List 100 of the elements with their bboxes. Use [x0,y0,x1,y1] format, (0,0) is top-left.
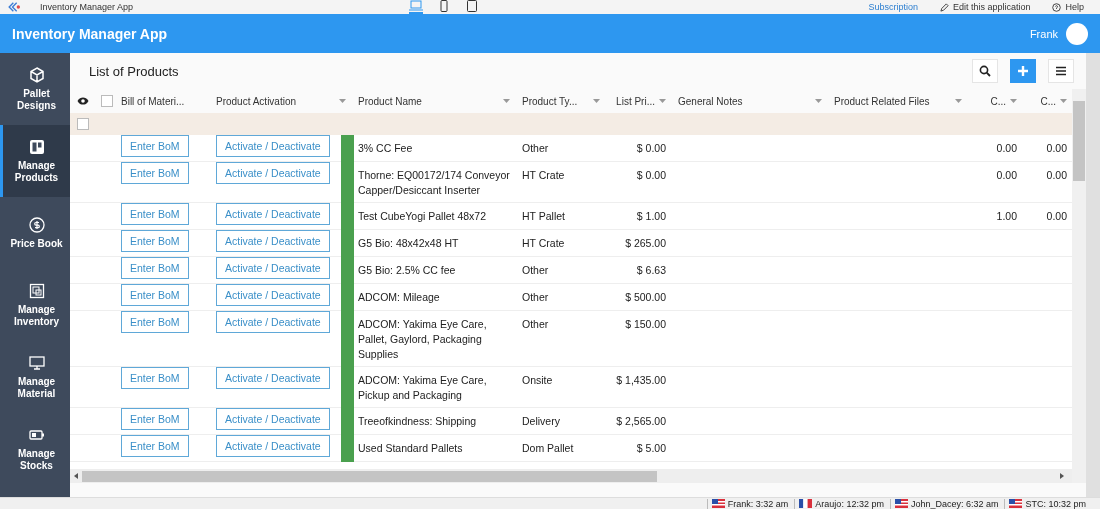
sidebar-item[interactable]: Pallet Designs [0,53,70,125]
enter-bom-button[interactable]: Enter BoM [121,284,189,306]
sidebar-item[interactable]: Manage Stocks [0,413,70,485]
sidebar-item[interactable]: Manage Material [0,341,70,413]
caret-icon [659,99,666,103]
help-icon [1052,2,1062,12]
table-cell: G5 Bio: 2.5% CC fee [358,263,456,278]
app-name: Inventory Manager App [40,2,134,12]
top-link[interactable]: Edit this application [952,2,1031,12]
enter-bom-button[interactable]: Enter BoM [121,162,189,184]
sidebar-item[interactable]: Price Book [0,197,70,269]
table-cell: Thorne: EQ00172/174 Conveyor Capper/Desiccant Inserter [358,168,510,198]
activate-deactivate-button[interactable]: Activate / Deactivate [216,257,330,279]
column-header[interactable]: Product Name [352,89,516,113]
top-link[interactable]: Help [1065,2,1084,12]
table-cell: HT Crate [522,168,565,183]
table-cell: Used Standard Pallets [358,441,463,456]
table-cell: Delivery [522,414,560,429]
app-logo-icon[interactable] [8,2,22,12]
top-link[interactable]: Subscription [868,2,918,12]
table-cell: Other [522,263,549,278]
page-scrollbar[interactable] [1086,53,1100,497]
horizontal-scrollbar[interactable] [70,469,1072,483]
user-name[interactable]: Frank [1029,27,1058,40]
table-cell: $ 0.00 [636,168,666,183]
caret-icon [1010,99,1017,103]
table-cell: Other [522,141,549,156]
table-cell: Dom Pallet [522,441,574,456]
filter-checkbox[interactable] [77,118,89,130]
column-header[interactable]: C... [968,89,1023,113]
table-cell: 0.00 [1046,209,1067,224]
app-title: Inventory Manager App [12,25,168,42]
column-header[interactable]: Product Related Files [828,89,968,113]
table-cell: 0.00 [996,141,1017,156]
vertical-scrollbar[interactable] [1072,89,1086,483]
cube-icon [28,66,45,83]
enter-bom-button[interactable]: Enter BoM [121,367,189,389]
sidebar-item[interactable]: Manage Products [0,125,70,197]
table-cell-text: ADCOM: Yakima Eye Care, Pallet, Gaylord, Packaging Supplies [358,317,488,362]
table-cell: Other [522,317,549,332]
select-all-checkbox[interactable] [101,95,113,107]
enter-bom-button[interactable]: Enter BoM [121,408,189,430]
activate-deactivate-button[interactable]: Activate / Deactivate [216,230,330,252]
enter-bom-button[interactable]: Enter BoM [121,257,189,279]
dollar-icon [28,216,45,233]
tablet-icon[interactable] [465,0,480,14]
activate-deactivate-button[interactable]: Activate / Deactivate [216,408,330,430]
search-button[interactable] [972,59,998,83]
add-button[interactable] [1010,59,1036,83]
activate-deactivate-button[interactable]: Activate / Deactivate [216,311,330,333]
enter-bom-button[interactable]: Enter BoM [121,311,189,333]
flag-icon [799,499,813,508]
table-cell: Other [522,290,549,305]
table-cell: $ 0.00 [636,141,666,156]
sidebar-item[interactable]: Manage Inventory [0,269,70,341]
activate-deactivate-button[interactable]: Activate / Deactivate [216,162,330,184]
table-cell: 3% CC Fee [358,141,413,156]
scroll-right-icon[interactable] [1060,473,1064,479]
stack-icon [28,282,45,299]
table-cell: HT Crate [522,236,565,251]
table-cell: Treeofkindness: Shipping [358,414,477,429]
clock-text: Frank: 3:32 am [727,498,789,509]
activate-deactivate-button[interactable]: Activate / Deactivate [216,203,330,225]
flag-icon [711,499,725,508]
table-cell: $ 500.00 [625,290,666,305]
table-cell: Onsite [522,373,553,388]
activate-deactivate-button[interactable]: Activate / Deactivate [216,135,330,157]
activate-deactivate-button[interactable]: Activate / Deactivate [216,367,330,389]
activate-deactivate-button[interactable]: Activate / Deactivate [216,435,330,457]
table-cell: $ 150.00 [625,317,666,332]
enter-bom-button[interactable]: Enter BoM [121,435,189,457]
pencil-icon [939,2,949,12]
column-header[interactable]: C... [1023,89,1073,113]
page-title: List of Products [89,63,179,79]
column-header[interactable]: Product Ty... [516,89,606,113]
scroll-left-icon[interactable] [74,473,78,479]
clock-text: STC: 10:32 pm [1025,498,1086,509]
board-icon [28,138,45,155]
monitor-icon [28,354,45,371]
avatar-icon[interactable] [1066,22,1088,45]
enter-bom-button[interactable]: Enter BoM [121,135,189,157]
column-header[interactable]: Product Activation [210,89,352,113]
table-cell: 0.00 [1046,141,1067,156]
table-cell: $ 6.63 [636,263,666,278]
table-cell: ADCOM: Mileage [358,290,440,305]
caret-icon [339,99,346,103]
column-header[interactable]: General Notes [672,89,828,113]
flag-icon [894,499,908,508]
table-cell: G5 Bio: 48x42x48 HT [358,236,459,251]
activate-deactivate-button[interactable]: Activate / Deactivate [216,284,330,306]
eye-icon[interactable] [76,97,89,105]
table-cell: 0.00 [996,168,1017,183]
menu-button[interactable] [1048,59,1074,83]
column-header[interactable]: Bill of Materi... [115,89,210,113]
caret-icon [593,99,600,103]
enter-bom-button[interactable]: Enter BoM [121,203,189,225]
column-header[interactable]: List Pri... [606,89,672,113]
enter-bom-button[interactable]: Enter BoM [121,230,189,252]
search-icon [979,65,991,77]
table-cell: Test CubeYogi Pallet 48x72 [358,209,487,224]
